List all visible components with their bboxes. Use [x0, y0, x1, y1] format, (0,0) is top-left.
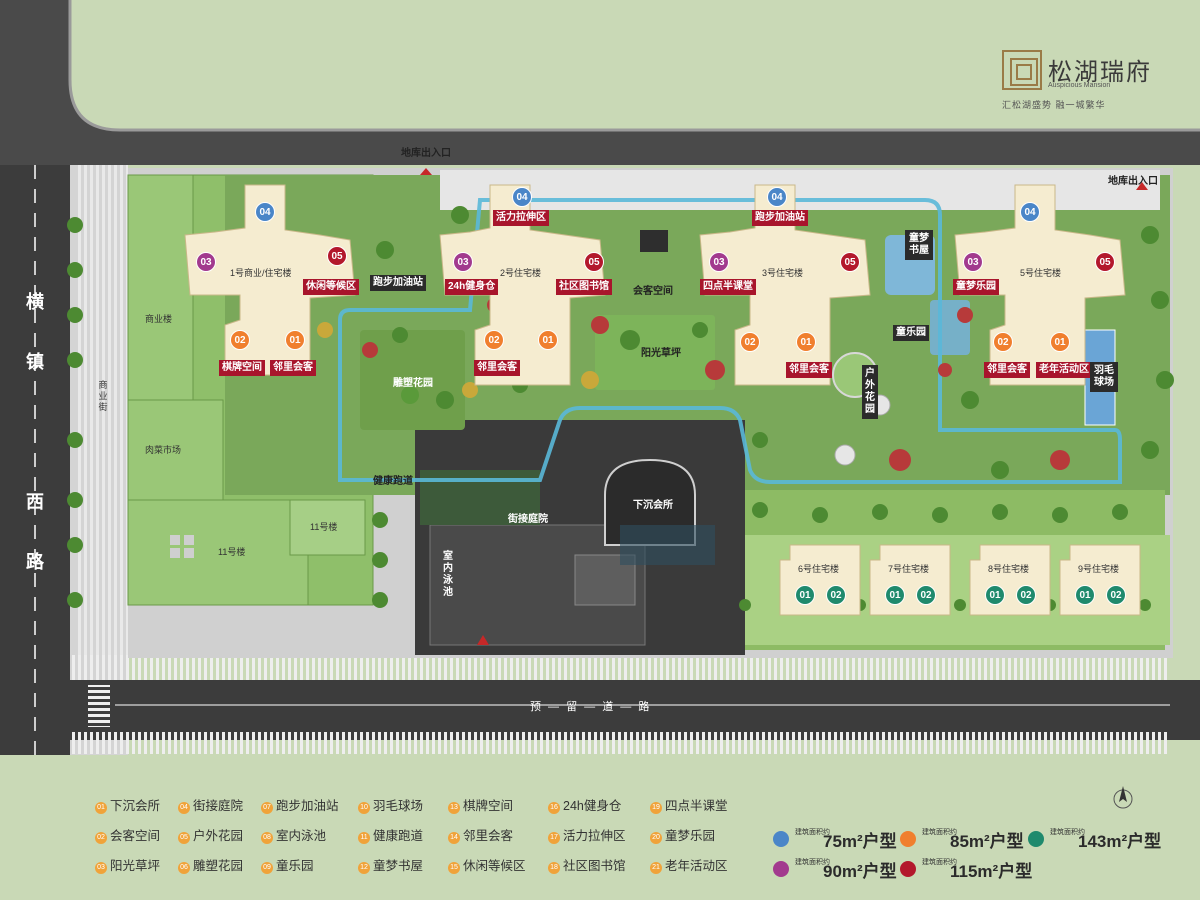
label-outdoor-garden: 户外花园 — [862, 365, 878, 419]
crosswalk — [88, 685, 110, 727]
badge-b1-01: 01 — [285, 330, 305, 350]
south-outer-sidewalk — [70, 732, 1170, 754]
badge-b2-03: 03 — [453, 252, 473, 272]
badge-b5-03: 03 — [963, 252, 983, 272]
brand-subtitle: Auspicious Mansion — [1048, 82, 1111, 89]
south-road-name: 预 — 留 — 道 — 路 — [530, 701, 652, 713]
brand-logo: 松湖瑞府 Auspicious Mansion 汇松湖盛势 融一城繁华 — [1002, 50, 1182, 114]
road-char-2: 镇 — [26, 352, 44, 372]
label-neighborhood-1: 邻里会客 — [270, 360, 316, 376]
building-2-label: 2号住宅楼 — [500, 268, 542, 278]
badge-b7-02: 02 — [916, 585, 936, 605]
label-four-thirty: 四点半课堂 — [700, 279, 756, 295]
label-badminton: 羽毛球场 — [1090, 362, 1118, 392]
building-8-label: 8号住宅楼 — [988, 564, 1030, 574]
building-11-label: 11号楼 — [218, 547, 246, 557]
label-chess: 棋牌空间 — [219, 360, 265, 376]
commercial-label: 商业楼 — [145, 314, 173, 324]
badge-b5-02: 02 — [993, 332, 1013, 352]
badge-b7-01: 01 — [885, 585, 905, 605]
unit-75-swatch — [773, 831, 789, 847]
badge-b3-02: 02 — [740, 332, 760, 352]
building-1-label: 1号商业/住宅楼 — [230, 268, 292, 278]
badge-b3-04: 04 — [767, 187, 787, 207]
unit-143-swatch — [1028, 831, 1044, 847]
pavilion — [640, 230, 668, 252]
label-health-track: 健康跑道 — [373, 476, 413, 487]
unit-90-swatch — [773, 861, 789, 877]
badge-b3-03: 03 — [709, 252, 729, 272]
south-sidewalk — [70, 655, 1170, 680]
building-3-label: 3号住宅楼 — [762, 268, 804, 278]
label-dream-book: 童梦书屋 — [905, 230, 933, 260]
site-plan: 松湖瑞府 Auspicious Mansion 汇松湖盛势 融一城繁华 横 镇 … — [0, 0, 1200, 900]
north-arrow-icon — [1113, 786, 1133, 809]
label-indoor-pool: 室内泳池 — [443, 551, 453, 598]
badge-b8-01: 01 — [985, 585, 1005, 605]
badge-b6-01: 01 — [795, 585, 815, 605]
badge-b1-03: 03 — [196, 252, 216, 272]
label-sunny-lawn: 阳光草坪 — [641, 348, 681, 359]
label-dream-park: 童梦乐园 — [953, 279, 999, 295]
unit-85-swatch — [900, 831, 916, 847]
badge-b9-02: 02 — [1106, 585, 1126, 605]
logo-mark-icon — [1002, 50, 1042, 90]
badge-b3-05: 05 — [840, 252, 860, 272]
badge-b9-01: 01 — [1075, 585, 1095, 605]
label-sculpture: 雕塑花园 — [393, 378, 433, 389]
parking-entry-label-1: 地库出入口 — [401, 148, 451, 159]
label-neighborhood-3: 邻里会客 — [786, 362, 832, 378]
building-6-label: 6号住宅楼 — [798, 564, 840, 574]
label-vitality: 活力拉伸区 — [493, 210, 549, 226]
road-char-3: 西 — [26, 492, 44, 512]
building-9-label: 9号住宅楼 — [1078, 564, 1120, 574]
market-label: 肉菜市场 — [145, 445, 182, 455]
label-street-court: 街接庭院 — [508, 514, 548, 525]
legend-item: 19 四点半课堂 — [650, 795, 810, 814]
badge-b1-04: 04 — [255, 202, 275, 222]
badge-b5-01: 01 — [1050, 332, 1070, 352]
label-neighborhood-2: 邻里会客 — [474, 360, 520, 376]
commercial-building — [127, 174, 194, 401]
badge-b2-01: 01 — [538, 330, 558, 350]
badge-b8-02: 02 — [1016, 585, 1036, 605]
building-11-annex-label: 11号楼 — [310, 522, 338, 532]
road-char-4: 路 — [26, 552, 44, 572]
label-sunken-club: 下沉会所 — [630, 498, 676, 514]
badge-b6-02: 02 — [826, 585, 846, 605]
building-5-label: 5号住宅楼 — [1020, 268, 1062, 278]
label-library: 社区图书馆 — [556, 279, 612, 295]
label-elderly: 老年活动区 — [1036, 362, 1092, 378]
badge-b2-05: 05 — [584, 252, 604, 272]
badge-b1-05: 05 — [327, 246, 347, 266]
label-jogging-station-2: 跑步加油站 — [752, 210, 808, 226]
badge-b2-04: 04 — [512, 187, 532, 207]
badge-b5-04: 04 — [1020, 202, 1040, 222]
badge-b2-02: 02 — [484, 330, 504, 350]
badge-b5-05: 05 — [1095, 252, 1115, 272]
road-char-1: 横 — [26, 292, 44, 312]
badge-b1-02: 02 — [230, 330, 250, 350]
brand-slogan: 汇松湖盛势 融一城繁华 — [1002, 100, 1106, 110]
label-neighborhood-4: 邻里会客 — [984, 362, 1030, 378]
parking-entry-label-2: 地库出入口 — [1108, 176, 1158, 187]
commercial-street-label: 商业街 — [98, 380, 108, 412]
label-jogging-station-1: 跑步加油站 — [370, 275, 426, 291]
label-leisure-wait: 休闲等候区 — [303, 279, 359, 295]
unit-115-swatch — [900, 861, 916, 877]
label-kids-park: 童乐园 — [893, 325, 929, 341]
label-club-space: 会客空间 — [633, 286, 673, 297]
label-gym24: 24h健身仓 — [445, 279, 499, 295]
building-7-label: 7号住宅楼 — [888, 564, 930, 574]
badge-b3-01: 01 — [796, 332, 816, 352]
